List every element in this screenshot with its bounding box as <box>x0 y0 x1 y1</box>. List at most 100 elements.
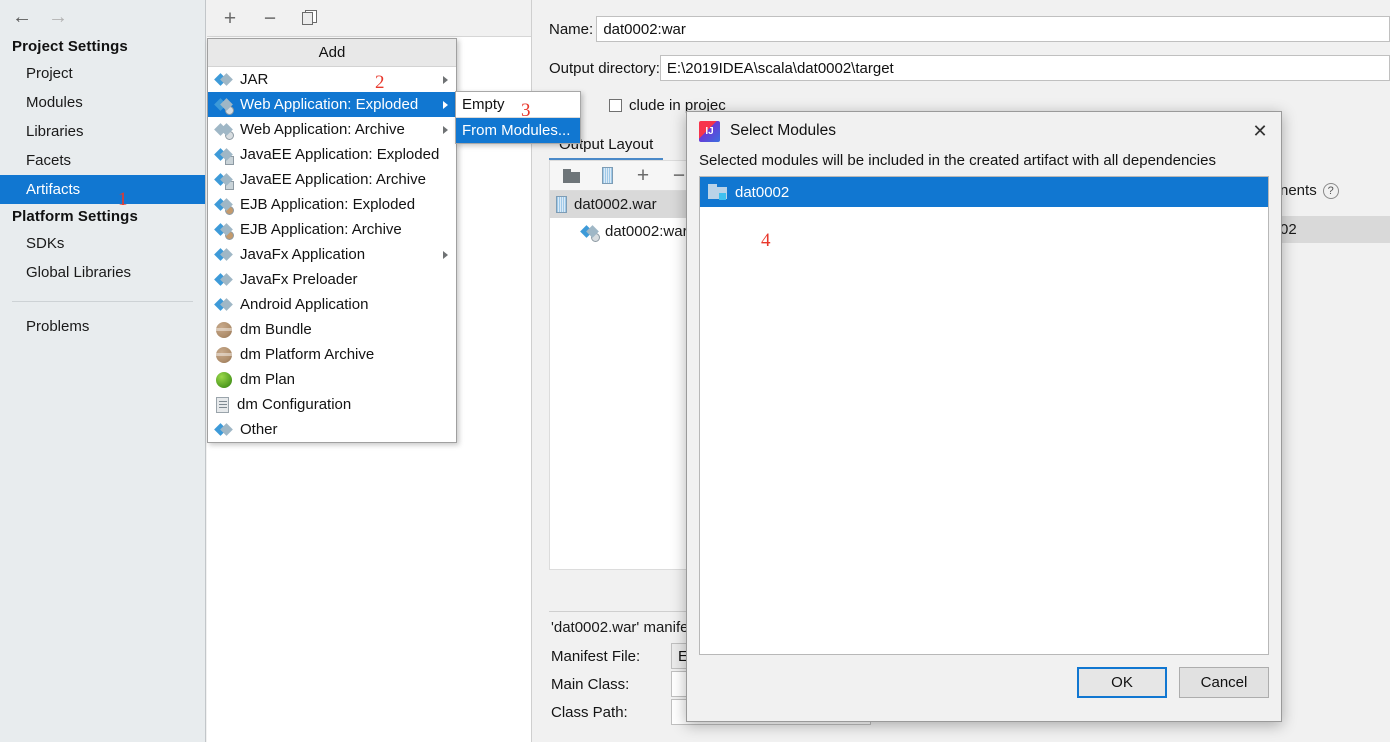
sidebar-item-artifacts[interactable]: Artifacts <box>0 175 205 204</box>
sidebar-item-problems[interactable]: Problems <box>0 312 205 341</box>
arrow-left-icon[interactable]: ← <box>8 5 36 29</box>
menu-item-label: JavaEE Application: Archive <box>240 171 426 188</box>
class-path-label: Class Path: <box>551 703 628 721</box>
chevron-right-icon <box>443 125 448 134</box>
tree-row-label: dat0002.war <box>574 196 657 213</box>
chevron-right-icon <box>443 100 448 109</box>
modules-list[interactable]: dat0002 <box>699 176 1269 655</box>
add-artifact-menu: Add JAR Web Application: Exploded Web Ap… <box>207 38 457 443</box>
menu-item-label: Android Application <box>240 296 369 313</box>
arrow-right-icon[interactable]: → <box>44 5 72 29</box>
menu-item-label: JavaEE Application: Exploded <box>240 146 440 163</box>
sidebar-item-project[interactable]: Project <box>0 59 205 88</box>
output-directory-row: Output directory: E:\2019IDEA\scala\dat0… <box>549 53 1390 83</box>
menu-item-android-application[interactable]: Android Application <box>208 292 456 317</box>
available-elements-column: nents ? 02 <box>1280 182 1390 243</box>
menu-item-label: EJB Application: Exploded <box>240 196 416 213</box>
close-icon[interactable]: ✕ <box>1245 116 1275 146</box>
copy-icon[interactable] <box>297 5 323 31</box>
new-folder-icon[interactable] <box>558 163 584 189</box>
menu-item-label: Web Application: Archive <box>240 121 405 138</box>
javaee-archive-icon <box>216 172 234 190</box>
list-item-label: dat0002 <box>735 183 790 201</box>
menu-item-label: dm Configuration <box>237 396 352 413</box>
dialog-buttons: OK Cancel <box>687 655 1281 698</box>
menu-item-label: JavaFx Application <box>240 246 366 263</box>
web-archive-icon <box>216 122 234 140</box>
dialog-description: Selected modules will be included in the… <box>699 152 1216 169</box>
menu-item-label: dm Platform Archive <box>240 346 375 363</box>
war-icon <box>556 196 567 213</box>
app-window: ← → Project Settings Project Modules Lib… <box>0 0 1390 742</box>
output-directory-input[interactable]: E:\2019IDEA\scala\dat0002\target <box>659 55 1390 81</box>
name-label: Name: <box>549 20 594 38</box>
plus-icon[interactable]: + <box>217 5 243 31</box>
settings-sidebar: ← → Project Settings Project Modules Lib… <box>0 0 206 742</box>
cancel-button[interactable]: Cancel <box>1179 667 1269 698</box>
web-exploded-icon <box>582 224 600 242</box>
ejb-exploded-icon <box>216 197 234 215</box>
menu-item-javaee-application-exploded[interactable]: JavaEE Application: Exploded <box>208 142 456 167</box>
sidebar-group-title: Platform Settings <box>12 208 138 225</box>
sidebar-item-facets[interactable]: Facets <box>0 146 205 175</box>
minus-icon[interactable]: − <box>257 5 283 31</box>
sidebar-group-title: Project Settings <box>12 38 128 55</box>
sidebar-divider <box>12 301 193 302</box>
web-exploded-submenu: Empty From Modules... <box>455 91 581 144</box>
available-elements-label: nents <box>1280 182 1317 199</box>
manifest-file-label: Manifest File: <box>551 647 641 665</box>
dm-platform-icon <box>216 346 232 363</box>
main-class-label: Main Class: <box>551 675 630 693</box>
sidebar-item-global-libraries[interactable]: Global Libraries <box>0 258 205 287</box>
other-icon <box>216 422 232 438</box>
dialog-titlebar: Select Modules ✕ <box>687 112 1281 150</box>
jar-icon <box>216 72 232 88</box>
sidebar-group-platform-settings: Platform Settings SDKs Global Libraries <box>0 204 205 287</box>
menu-item-ejb-application-exploded[interactable]: EJB Application: Exploded <box>208 192 456 217</box>
chevron-right-icon <box>443 75 448 84</box>
javafx-preloader-icon <box>216 272 232 288</box>
web-exploded-icon <box>216 97 234 115</box>
ejb-archive-icon <box>216 222 234 240</box>
menu-item-ejb-application-archive[interactable]: EJB Application: Archive <box>208 217 456 242</box>
list-item[interactable]: dat0002 <box>700 177 1268 207</box>
select-modules-dialog: Select Modules ✕ Selected modules will b… <box>686 111 1282 722</box>
menu-item-dm-platform-archive[interactable]: dm Platform Archive <box>208 342 456 367</box>
menu-item-web-application-exploded[interactable]: Web Application: Exploded <box>208 92 456 117</box>
sidebar-group-project-settings: Project Settings Project Modules Librari… <box>0 34 205 204</box>
archive-icon[interactable] <box>594 163 620 189</box>
android-icon <box>216 297 232 313</box>
menu-item-javafx-application[interactable]: JavaFx Application <box>208 242 456 267</box>
output-directory-label: Output directory: <box>549 59 660 77</box>
sidebar-item-modules[interactable]: Modules <box>0 88 205 117</box>
menu-item-label: dm Plan <box>240 371 296 388</box>
dialog-title: Select Modules <box>730 122 836 139</box>
menu-item-dm-plan[interactable]: dm Plan <box>208 367 456 392</box>
name-input[interactable]: dat0002:war <box>596 16 1390 42</box>
help-icon[interactable]: ? <box>1322 182 1339 199</box>
submenu-item-empty[interactable]: Empty <box>456 92 580 117</box>
available-elements-row[interactable]: 02 <box>1280 216 1390 243</box>
plus-dropdown-icon[interactable]: + <box>630 163 656 189</box>
submenu-item-label: From Modules... <box>462 122 571 139</box>
javafx-icon <box>216 247 232 263</box>
dm-config-icon <box>216 396 229 413</box>
sidebar-item-libraries[interactable]: Libraries <box>0 117 205 146</box>
menu-item-web-application-archive[interactable]: Web Application: Archive <box>208 117 456 142</box>
ok-button[interactable]: OK <box>1077 667 1167 698</box>
menu-item-label: JavaFx Preloader <box>240 271 358 288</box>
menu-item-javaee-application-archive[interactable]: JavaEE Application: Archive <box>208 167 456 192</box>
dm-plan-icon <box>216 371 232 388</box>
sidebar-item-sdks[interactable]: SDKs <box>0 229 205 258</box>
menu-item-dm-configuration[interactable]: dm Configuration <box>208 392 456 417</box>
menu-item-javafx-preloader[interactable]: JavaFx Preloader <box>208 267 456 292</box>
menu-item-label: dm Bundle <box>240 321 312 338</box>
menu-item-dm-bundle[interactable]: dm Bundle <box>208 317 456 342</box>
submenu-item-from-modules[interactable]: From Modules... <box>456 118 580 143</box>
add-menu-header: Add <box>208 39 456 67</box>
include-in-build-checkbox[interactable] <box>609 98 622 112</box>
name-field-row: Name: dat0002:war <box>549 14 1390 44</box>
menu-item-jar[interactable]: JAR <box>208 67 456 92</box>
menu-item-other[interactable]: Other <box>208 417 456 442</box>
menu-item-label: Other <box>240 421 278 438</box>
